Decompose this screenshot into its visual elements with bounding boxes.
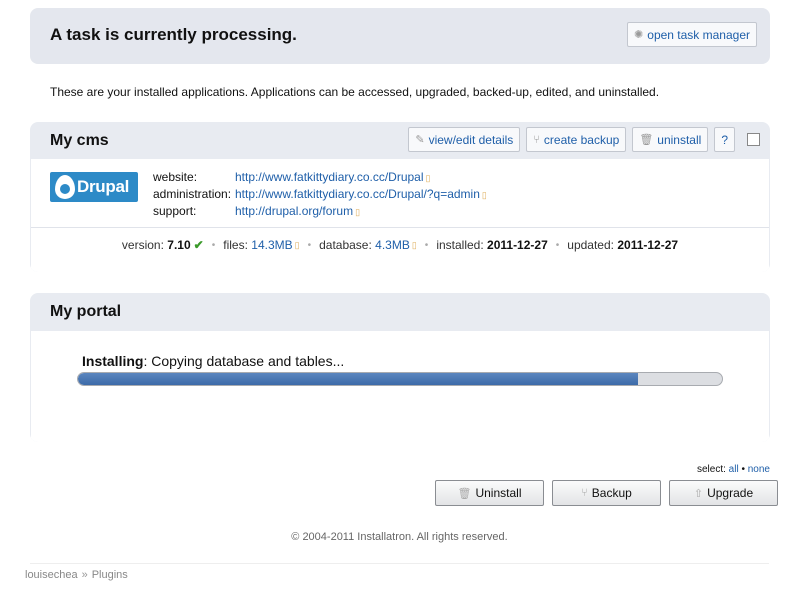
trash-icon: 🗑 <box>457 487 472 500</box>
updated-date: 2011-12-27 <box>617 238 679 252</box>
breadcrumb: louisechea» Plugins <box>25 569 128 581</box>
view-edit-details-button[interactable]: ✎ view/edit details <box>408 127 521 152</box>
external-link-icon: ▯ <box>355 207 361 217</box>
app-title: My portal <box>50 303 122 320</box>
app-select-checkbox[interactable] <box>747 133 760 146</box>
website-label: website: <box>153 170 198 184</box>
backup-button[interactable]: ⑂ Backup <box>552 480 661 506</box>
upgrade-button-label: Upgrade <box>707 486 754 500</box>
select-separator: • <box>741 464 745 475</box>
footer-divider <box>30 563 769 564</box>
copyright-text: © 2004-2011 Installatron. All rights res… <box>291 531 508 543</box>
backup-icon: ⑂ <box>581 487 588 499</box>
intro-text: These are your installed applications. A… <box>50 85 660 99</box>
check-icon: ✔ <box>193 238 204 252</box>
drupal-logo-text: Drupal <box>77 177 130 196</box>
uninstall-button-label: Uninstall <box>475 486 522 500</box>
create-backup-button[interactable]: ⑂ create backup <box>526 127 627 152</box>
view-edit-label: view/edit details <box>428 132 514 147</box>
select-links: select: all • none <box>697 464 770 475</box>
uninstall-app-button[interactable]: 🗑 uninstall <box>632 127 709 152</box>
pencil-icon: ✎ <box>415 134 425 146</box>
install-progress-fill <box>78 373 639 385</box>
breadcrumb-separator: » <box>81 569 88 581</box>
support-label: support: <box>153 204 197 218</box>
app-title: My cms <box>50 132 109 149</box>
updated-label: updated: <box>567 238 614 252</box>
uninstall-label: uninstall <box>657 132 702 147</box>
app-panel-header: My cms ✎ view/edit details ⑂ create back… <box>30 122 770 158</box>
app-panel-body: Drupal website: http://www.fatkittydiary… <box>31 159 769 272</box>
app-panel-body: Installing: Copying database and tables.… <box>31 331 769 442</box>
installed-label: installed: <box>436 238 484 252</box>
backup-icon: ⑂ <box>533 133 540 146</box>
install-progress-bar <box>77 372 723 386</box>
install-status-text: Installing: Copying database and tables.… <box>82 353 344 369</box>
select-all-link[interactable]: all <box>729 464 739 475</box>
breadcrumb-user[interactable]: louisechea <box>25 569 78 581</box>
version-value: 7.10 <box>167 238 191 252</box>
external-link-icon: ▯ <box>411 239 417 250</box>
drupal-drop-icon <box>55 175 75 199</box>
bulk-actions: 🗑 Uninstall ⑂ Backup ⇧ Upgrade <box>435 480 778 506</box>
uninstall-button[interactable]: 🗑 Uninstall <box>435 480 544 506</box>
files-link[interactable]: 14.3MB <box>251 238 292 252</box>
external-link-icon: ▯ <box>425 173 431 183</box>
separator: • <box>211 239 216 251</box>
help-button[interactable]: ? <box>714 127 735 152</box>
select-label: select: <box>696 464 726 475</box>
version-label: version: <box>121 238 164 252</box>
create-backup-label: create backup <box>543 132 620 147</box>
drupal-logo: Drupal <box>50 172 138 202</box>
installed-date: 2011-12-27 <box>487 238 548 252</box>
task-banner: A task is currently processing. ✺ open t… <box>30 8 770 64</box>
administration-link[interactable]: http://www.fatkittydiary.co.cc/Drupal/?q… <box>235 187 480 201</box>
app-actions: ✎ view/edit details ⑂ create backup 🗑 un… <box>408 127 760 152</box>
separator: • <box>307 239 312 251</box>
task-status-title: A task is currently processing. <box>50 25 297 44</box>
files-label: files: <box>223 238 248 252</box>
separator: • <box>555 239 560 251</box>
install-status-detail: : Copying database and tables... <box>143 353 345 369</box>
separator: • <box>424 239 429 251</box>
support-link[interactable]: http://drupal.org/forum <box>235 204 353 218</box>
website-link[interactable]: http://www.fatkittydiary.co.cc/Drupal <box>235 170 424 184</box>
external-link-icon: ▯ <box>481 190 487 200</box>
trash-icon: 🗑 <box>639 134 654 146</box>
app-panel-portal: My portal Installing: Copying database a… <box>30 293 770 442</box>
gear-icon: ✺ <box>634 29 644 41</box>
upgrade-arrow-icon: ⇧ <box>693 487 704 500</box>
app-meta-bar: version: 7.10 ✔ • files: 14.3MB ▯ • databa… <box>31 227 769 262</box>
app-panel-cms: My cms ✎ view/edit details ⑂ create back… <box>30 122 770 272</box>
upgrade-button[interactable]: ⇧ Upgrade <box>669 480 778 506</box>
install-status-bold: Installing <box>82 353 144 369</box>
external-link-icon: ▯ <box>294 239 300 250</box>
breadcrumb-plugins[interactable]: Plugins <box>92 569 128 581</box>
administration-label: administration: <box>153 187 232 201</box>
database-label: database: <box>319 238 372 252</box>
database-link[interactable]: 4.3MB <box>375 238 410 252</box>
select-none-link[interactable]: none <box>748 464 770 475</box>
backup-button-label: Backup <box>591 486 632 500</box>
open-task-manager-button[interactable]: ✺ open task manager <box>627 22 757 47</box>
app-panel-header: My portal <box>30 293 770 330</box>
open-task-manager-label: open task manager <box>647 27 750 42</box>
